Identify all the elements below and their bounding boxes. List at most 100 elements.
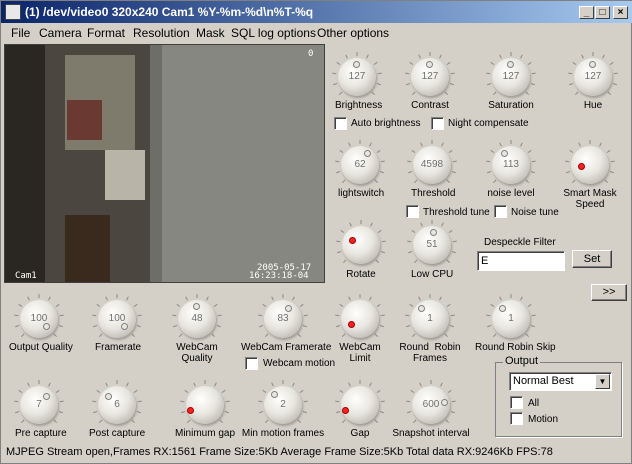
tick-mark bbox=[606, 149, 611, 154]
tick-mark bbox=[444, 91, 449, 96]
tick-mark bbox=[126, 296, 129, 301]
webcam-limit-knob[interactable] bbox=[334, 293, 386, 345]
webcam-quality-knob[interactable]: 48 bbox=[171, 293, 223, 345]
round-robin-frames-label: Round Robin Frames bbox=[399, 342, 461, 364]
night-compensate-checkbox[interactable] bbox=[431, 117, 444, 130]
despeckle-filter-label: Despeckle Filter bbox=[484, 237, 556, 248]
tick-mark bbox=[440, 382, 443, 387]
tick-mark bbox=[371, 91, 376, 96]
hue-label: Hue bbox=[583, 100, 603, 111]
video-preview[interactable]: 0 Cam1 2005-05-17 16:23:18-04 bbox=[4, 44, 325, 283]
menu-format[interactable]: Format bbox=[87, 26, 125, 40]
rotate-knob[interactable] bbox=[335, 219, 387, 271]
tick-mark bbox=[259, 325, 264, 328]
video-frame-image bbox=[5, 45, 324, 282]
tick-mark bbox=[379, 325, 384, 328]
more-options-button[interactable]: >> bbox=[591, 284, 627, 301]
tick-mark bbox=[380, 400, 385, 403]
tick-mark bbox=[264, 419, 269, 424]
framerate-knob[interactable]: 100 bbox=[91, 293, 143, 345]
pre-capture-knob[interactable]: 7 bbox=[13, 379, 65, 431]
tick-mark bbox=[48, 296, 51, 301]
output-select[interactable]: Normal Best ▼ bbox=[509, 372, 612, 391]
maximize-button[interactable]: □ bbox=[595, 6, 610, 19]
saturation-knob[interactable]: 127 bbox=[485, 51, 537, 103]
brightness-knob[interactable]: 127 bbox=[331, 51, 383, 103]
menu-file[interactable]: File bbox=[11, 26, 30, 40]
contrast-knob[interactable]: 127 bbox=[404, 51, 456, 103]
round-robin-skip-label: Round Robin Skip bbox=[475, 342, 556, 353]
minimize-button[interactable]: _ bbox=[579, 6, 594, 19]
lightswitch-knob[interactable]: 62 bbox=[334, 139, 386, 191]
tick-mark bbox=[439, 296, 442, 301]
round-robin-frames-knob[interactable]: 1 bbox=[404, 293, 456, 345]
webcam-framerate-knob[interactable]: 83 bbox=[257, 293, 309, 345]
tick-mark bbox=[271, 382, 274, 387]
menu-other-options[interactable]: Other options bbox=[317, 26, 389, 40]
noise-level-knob[interactable]: 113 bbox=[485, 139, 537, 191]
chevron-down-icon[interactable]: ▼ bbox=[595, 374, 610, 389]
webcam-motion-checkbox[interactable] bbox=[245, 357, 258, 370]
tick-mark bbox=[20, 419, 25, 424]
tick-mark bbox=[610, 160, 615, 163]
tick-mark bbox=[131, 419, 136, 424]
tick-mark bbox=[96, 303, 101, 308]
tick-mark bbox=[193, 382, 196, 387]
hue-knob[interactable]: 127 bbox=[567, 51, 619, 103]
tick-mark bbox=[98, 333, 103, 338]
tick-mark bbox=[492, 91, 497, 96]
tick-mark bbox=[569, 149, 574, 154]
tick-mark bbox=[335, 400, 340, 403]
tick-mark bbox=[339, 303, 344, 308]
tick-mark bbox=[58, 411, 63, 414]
tick-mark bbox=[105, 296, 108, 301]
tick-mark bbox=[366, 54, 369, 59]
tick-mark bbox=[574, 91, 579, 96]
tick-mark bbox=[105, 382, 108, 387]
tick-mark bbox=[133, 389, 138, 394]
tick-mark bbox=[337, 251, 342, 254]
menu-resolution[interactable]: Resolution bbox=[133, 26, 190, 40]
menu-mask[interactable]: Mask bbox=[196, 26, 225, 40]
tick-mark bbox=[487, 171, 492, 174]
tick-mark bbox=[18, 389, 23, 394]
gap-knob[interactable] bbox=[334, 379, 386, 431]
tick-mark bbox=[499, 296, 502, 301]
motion-checkbox[interactable] bbox=[510, 412, 523, 425]
auto-brightness-checkbox[interactable] bbox=[334, 117, 347, 130]
webcam-framerate-label: WebCam Framerate bbox=[241, 342, 332, 353]
close-button[interactable]: × bbox=[613, 6, 628, 19]
threshold-knob[interactable]: 4598 bbox=[406, 139, 458, 191]
menu-sql-log-options[interactable]: SQL log options bbox=[231, 26, 316, 40]
tick-mark bbox=[413, 259, 418, 264]
min-motion-frames-knob[interactable]: 2 bbox=[257, 379, 309, 431]
tick-mark bbox=[336, 240, 341, 243]
tick-mark bbox=[374, 419, 379, 424]
output-quality-knob[interactable]: 100 bbox=[13, 293, 65, 345]
tick-mark bbox=[581, 54, 584, 59]
noise-tune-checkbox[interactable] bbox=[494, 205, 507, 218]
tick-mark bbox=[492, 333, 497, 338]
threshold-tune-checkbox[interactable] bbox=[406, 205, 419, 218]
minimum-gap-knob[interactable] bbox=[179, 379, 231, 431]
despeckle-filter-input[interactable]: E bbox=[477, 251, 565, 271]
tick-mark bbox=[297, 419, 302, 424]
snapshot-interval-knob[interactable]: 600 bbox=[405, 379, 457, 431]
all-checkbox[interactable] bbox=[510, 396, 523, 409]
smart-mask-speed-knob[interactable] bbox=[564, 139, 616, 191]
tick-mark bbox=[173, 325, 178, 328]
tick-mark bbox=[15, 411, 20, 414]
tick-mark bbox=[412, 419, 417, 424]
post-capture-knob[interactable]: 6 bbox=[91, 379, 143, 431]
set-button[interactable]: Set bbox=[572, 250, 612, 268]
window-title: (1) /dev/video0 320x240 Cam1 %Y-%m-%d\n%… bbox=[25, 5, 314, 19]
tick-mark bbox=[409, 61, 414, 66]
low-cpu-knob[interactable]: 51 bbox=[406, 219, 458, 271]
tick-mark bbox=[448, 229, 453, 234]
round-robin-skip-knob[interactable]: 1 bbox=[485, 293, 537, 345]
title-bar[interactable]: (1) /dev/video0 320x240 Cam1 %Y-%m-%d\n%… bbox=[1, 1, 632, 23]
framerate-label: Framerate bbox=[95, 342, 142, 353]
tick-mark bbox=[406, 325, 411, 328]
tick-mark bbox=[446, 259, 451, 264]
menu-camera[interactable]: Camera bbox=[39, 26, 82, 40]
